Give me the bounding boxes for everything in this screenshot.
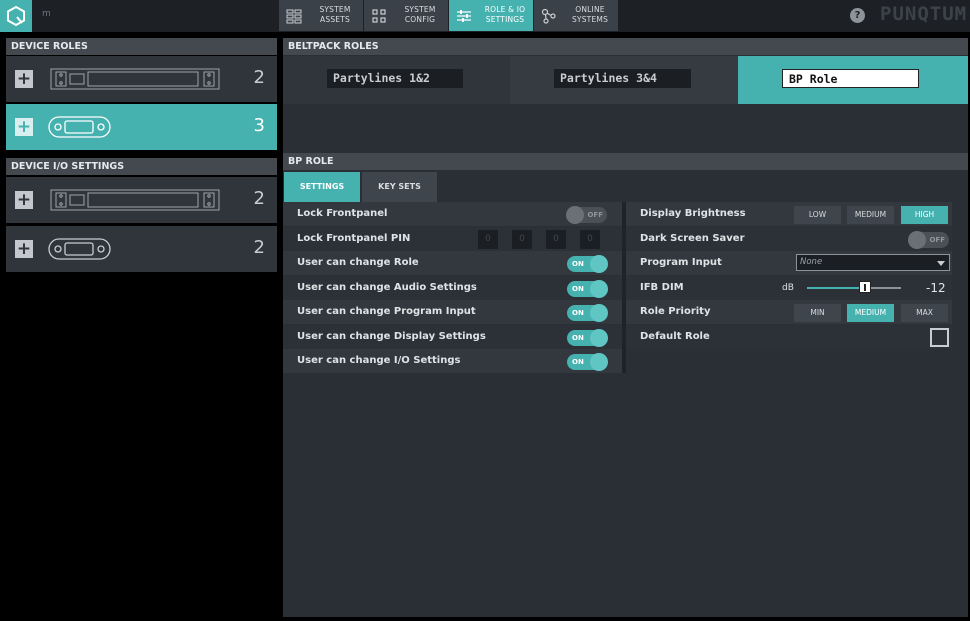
setting-label: Default Role: [640, 331, 710, 342]
setting-default-role: Default Role: [626, 325, 952, 349]
nav-role-io-settings[interactable]: ROLE & IO SETTINGS: [449, 0, 533, 31]
settings-body: Lock Frontpanel OFF Lock Frontpanel PIN …: [283, 202, 968, 376]
chevron-down-icon: [937, 261, 945, 266]
beltpack-role-name-input[interactable]: BP Role: [782, 69, 919, 88]
pin-digit-field[interactable]: 0: [478, 230, 498, 249]
setting-label: Lock Frontpanel PIN: [297, 233, 411, 244]
nav-online-systems[interactable]: ONLINE SYSTEMS: [534, 0, 618, 31]
device-count: 2: [253, 67, 265, 88]
pin-digit-field[interactable]: 0: [546, 230, 566, 249]
add-rack-io-button[interactable]: +: [15, 191, 33, 209]
unit-label: dB: [782, 283, 794, 293]
setting-label: User can change Audio Settings: [297, 282, 477, 293]
ifb-dim-value: -12: [926, 281, 946, 295]
toolbar-label: m: [42, 9, 51, 19]
change-program-input-toggle[interactable]: ON: [567, 304, 608, 322]
add-rack-role-button[interactable]: +: [15, 70, 33, 88]
io-device-beltpack[interactable]: + 2: [6, 226, 277, 272]
device-role-rack-unit[interactable]: + 2: [6, 56, 277, 102]
setting-role-priority: Role Priority MIN MEDIUM MAX: [626, 300, 952, 324]
beltpack-roles-header: BELTPACK ROLES: [283, 38, 968, 55]
io-device-rack-unit[interactable]: + 2: [6, 177, 277, 223]
beltpack-role-tab[interactable]: Partylines 3&4: [510, 56, 738, 104]
device-roles-header: DEVICE ROLES: [6, 38, 277, 55]
add-beltpack-role-button[interactable]: +: [15, 118, 33, 136]
beltpack-icon: [48, 116, 111, 138]
beltpack-role-tab-selected[interactable]: BP Role: [738, 56, 968, 104]
change-role-toggle[interactable]: ON: [567, 255, 608, 273]
setting-change-role: User can change Role ON: [283, 251, 622, 275]
tab-settings[interactable]: SETTINGS: [284, 172, 360, 202]
setting-label: Program Input: [640, 257, 722, 268]
beltpack-icon: [48, 238, 111, 260]
ifb-dim-slider-thumb[interactable]: [859, 281, 872, 293]
pin-digit-field[interactable]: 0: [512, 230, 532, 249]
setting-lock-frontpanel: Lock Frontpanel OFF: [283, 202, 622, 226]
ifb-dim-slider-track[interactable]: [807, 281, 901, 293]
setting-label: User can change Display Settings: [297, 331, 486, 342]
rack-unit-icon: [50, 189, 220, 211]
setting-label: IFB DIM: [640, 282, 684, 293]
device-count: 3: [253, 115, 265, 136]
priority-max-button[interactable]: MAX: [901, 304, 948, 322]
app-logo-icon[interactable]: [0, 0, 32, 32]
setting-dark-screen-saver: Dark Screen Saver OFF: [626, 227, 952, 251]
device-role-beltpack[interactable]: + 3: [6, 104, 277, 150]
column-divider: [622, 202, 626, 373]
network-nodes-icon: [541, 8, 556, 24]
nav-system-config-label: SYSTEM CONFIG: [404, 5, 436, 24]
setting-change-display: User can change Display Settings ON: [283, 325, 622, 349]
setting-lock-frontpanel-pin: Lock Frontpanel PIN 0 0 0 0: [283, 227, 622, 251]
setting-label: Display Brightness: [640, 208, 746, 219]
nav-system-config[interactable]: SYSTEM CONFIG: [364, 0, 448, 31]
setting-label: User can change Role: [297, 257, 419, 268]
setting-change-io: User can change I/O Settings ON: [283, 349, 622, 373]
dark-screen-saver-toggle[interactable]: OFF: [908, 231, 949, 249]
setting-label: Dark Screen Saver: [640, 233, 745, 244]
setting-display-brightness: Display Brightness LOW MEDIUM HIGH: [626, 202, 952, 226]
priority-medium-button[interactable]: MEDIUM: [847, 304, 894, 322]
setting-label: Lock Frontpanel: [297, 208, 388, 219]
setting-ifb-dim: IFB DIM dB -12: [626, 276, 952, 300]
beltpack-role-name: Partylines 3&4: [554, 69, 691, 88]
rack-unit-icon: [50, 68, 220, 90]
change-io-toggle[interactable]: ON: [567, 353, 608, 371]
top-bar: m SYSTEM ASSETS SYSTEM CONFIG ROLE & IO SET…: [0, 0, 970, 32]
sliders-icon: [457, 10, 471, 22]
device-io-settings-header: DEVICE I/O SETTINGS: [6, 158, 277, 175]
setting-program-input: Program Input None: [626, 251, 952, 275]
nav-system-assets[interactable]: SYSTEM ASSETS: [279, 0, 363, 31]
ifb-dim-slider-fill: [807, 287, 866, 289]
setting-label: User can change Program Input: [297, 306, 476, 317]
grid-list-icon: [286, 9, 302, 24]
setting-label: User can change I/O Settings: [297, 355, 461, 366]
setting-change-audio: User can change Audio Settings ON: [283, 276, 622, 300]
nav-system-assets-label: SYSTEM ASSETS: [319, 5, 351, 24]
beltpack-role-name: Partylines 1&2: [327, 69, 463, 88]
priority-min-button[interactable]: MIN: [794, 304, 841, 322]
default-role-checkbox[interactable]: [930, 328, 949, 347]
brightness-high-button[interactable]: HIGH: [901, 206, 948, 224]
help-icon[interactable]: ?: [850, 8, 865, 23]
program-input-select[interactable]: None: [796, 254, 950, 271]
brightness-medium-button[interactable]: MEDIUM: [847, 206, 894, 224]
beltpack-role-tab[interactable]: Partylines 1&2: [283, 56, 510, 104]
add-beltpack-io-button[interactable]: +: [15, 240, 33, 258]
device-count: 2: [253, 237, 265, 258]
bp-role-header: BP ROLE: [283, 153, 968, 170]
setting-label: Role Priority: [640, 306, 711, 317]
brightness-low-button[interactable]: LOW: [794, 206, 841, 224]
nav-online-systems-label: ONLINE SYSTEMS: [571, 5, 609, 24]
device-count: 2: [253, 188, 265, 209]
lock-frontpanel-toggle[interactable]: OFF: [566, 206, 607, 224]
tab-key-sets[interactable]: KEY SETS: [362, 172, 437, 202]
pin-digit-field[interactable]: 0: [580, 230, 600, 249]
setting-change-program-input: User can change Program Input ON: [283, 300, 622, 324]
change-audio-toggle[interactable]: ON: [567, 280, 608, 298]
brand-logo: PUNQTUM: [880, 3, 968, 25]
change-display-toggle[interactable]: ON: [567, 329, 608, 347]
nav-role-io-settings-label: ROLE & IO SETTINGS: [484, 5, 526, 24]
config-grid-icon: [372, 9, 386, 23]
